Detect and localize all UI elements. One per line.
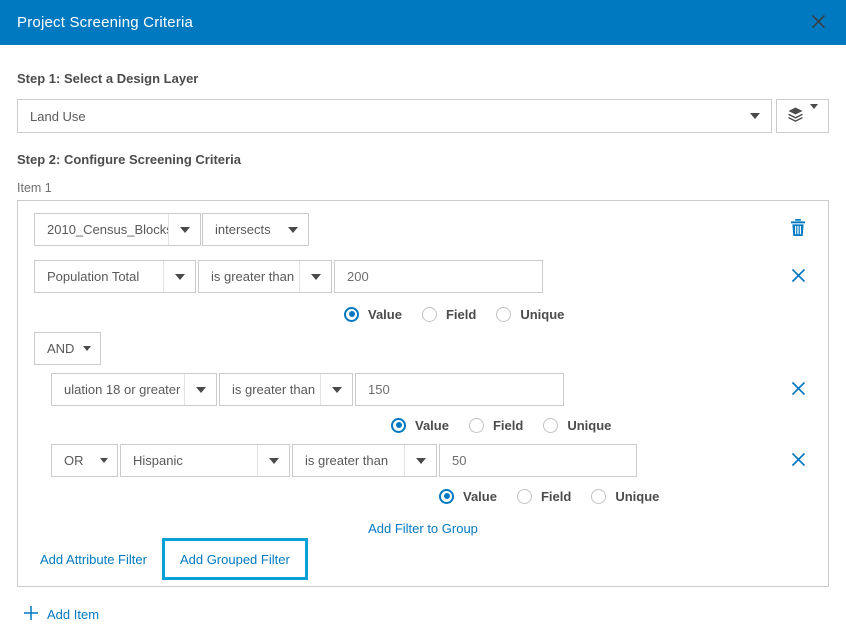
spatial-filter-row: 2010_Census_Blocks intersects [34,213,812,246]
add-filter-to-group-link[interactable]: Add Filter to Group [368,521,478,536]
layer-options-button[interactable] [776,99,829,133]
chevron-down-icon [320,374,352,405]
logic-operator-value: AND [35,341,74,356]
remove-filter2-button[interactable] [791,381,806,399]
filter3-radio-unique[interactable] [591,489,606,504]
filter2-radio-value[interactable] [391,418,406,433]
filter2-radio-field[interactable] [469,418,484,433]
add-grouped-filter-link[interactable]: Add Grouped Filter [180,552,290,567]
filter2-field-select[interactable]: ulation 18 or greater [51,373,217,406]
step1-label: Step 1: Select a Design Layer [17,71,829,86]
logic-operator-select[interactable]: AND [34,332,101,365]
radio-label-unique: Unique [567,418,611,433]
filter1-operator-select[interactable]: is greater than [198,260,332,293]
target-layer-value: 2010_Census_Blocks [35,222,168,237]
chevron-down-icon [739,100,771,132]
radio-label-field: Field [493,418,523,433]
item-actions-row: Add Attribute Filter Add Grouped Filter [34,538,812,580]
filter3-logic-select[interactable]: OR [51,444,118,477]
filter3-value-type-radio-group: Value Field Unique [439,488,812,504]
chevron-down-icon [168,214,200,245]
item-panel: 2010_Census_Blocks intersects [17,200,829,587]
filter1-field-select[interactable]: Population Total [34,260,196,293]
design-layer-value: Land Use [18,109,739,124]
logic-operator-row: AND [34,332,812,365]
group-filter-row-1: ulation 18 or greater is greater than [51,373,812,406]
filter2-radio-unique[interactable] [543,418,558,433]
remove-x-icon [791,452,806,470]
dialog-body: Step 1: Select a Design Layer Land Use S… [0,71,846,624]
filter1-radio-field[interactable] [422,307,437,322]
chevron-down-icon [810,109,818,124]
radio-label-value: Value [463,489,497,504]
filter2-value-type-radio-group: Value Field Unique [391,417,812,433]
remove-filter3-button[interactable] [791,452,806,470]
design-layer-select[interactable]: Land Use [17,99,772,133]
chevron-down-icon [74,333,100,364]
radio-label-value: Value [368,307,402,322]
add-item-button[interactable]: Add Item [23,605,99,624]
filter2-operator-select[interactable]: is greater than [219,373,353,406]
design-layer-row: Land Use [17,99,829,133]
dialog-header: Project Screening Criteria [0,0,846,45]
filter3-operator-value: is greater than [293,453,404,468]
step2-label: Step 2: Configure Screening Criteria [17,152,829,167]
filter2-operator-value: is greater than [220,382,320,397]
filter1-value-type-radio-group: Value Field Unique [344,306,812,322]
add-attribute-filter-link[interactable]: Add Attribute Filter [40,552,147,567]
close-icon [810,13,827,33]
chevron-down-icon [404,445,436,476]
radio-label-field: Field [541,489,571,504]
delete-item-button[interactable] [790,219,806,240]
chevron-down-icon [163,261,195,292]
chevron-down-icon [278,214,308,245]
tutorial-highlight-box: Add Grouped Filter [162,538,308,580]
target-layer-select[interactable]: 2010_Census_Blocks [34,213,201,246]
filter2-field-value: ulation 18 or greater [52,382,184,397]
radio-label-unique: Unique [615,489,659,504]
trash-icon [790,219,806,240]
filter2-value-input[interactable] [355,373,564,406]
filter1-radio-unique[interactable] [496,307,511,322]
filter3-radio-value[interactable] [439,489,454,504]
spatial-operator-value: intersects [203,222,278,237]
chevron-down-icon [184,374,216,405]
spatial-operator-select[interactable]: intersects [202,213,309,246]
filter1-operator-value: is greater than [199,269,299,284]
filter3-operator-select[interactable]: is greater than [292,444,437,477]
group-filter-row-2: OR Hispanic is greater than [51,444,812,477]
dialog-title: Project Screening Criteria [17,14,193,31]
filter3-field-value: Hispanic [121,453,257,468]
radio-label-value: Value [415,418,449,433]
plus-icon [23,605,39,624]
project-screening-criteria-dialog: Project Screening Criteria Step 1: Selec… [0,0,846,632]
chevron-down-icon [91,445,117,476]
filter1-value-input[interactable] [334,260,543,293]
filter3-field-select[interactable]: Hispanic [120,444,290,477]
filter1-radio-value[interactable] [344,307,359,322]
remove-x-icon [791,381,806,399]
item-label: Item 1 [17,181,829,195]
filter3-radio-field[interactable] [517,489,532,504]
radio-label-field: Field [446,307,476,322]
add-item-label: Add Item [47,607,99,622]
remove-filter1-button[interactable] [791,268,806,286]
chevron-down-icon [299,261,331,292]
chevron-down-icon [257,445,289,476]
remove-x-icon [791,268,806,286]
radio-label-unique: Unique [520,307,564,322]
filter1-field-value: Population Total [35,269,163,284]
filter3-value-input[interactable] [439,444,637,477]
filter3-logic-value: OR [52,453,91,468]
layers-icon [787,107,804,126]
close-button[interactable] [808,11,829,35]
attribute-filter-row-1: Population Total is greater than [34,260,812,293]
